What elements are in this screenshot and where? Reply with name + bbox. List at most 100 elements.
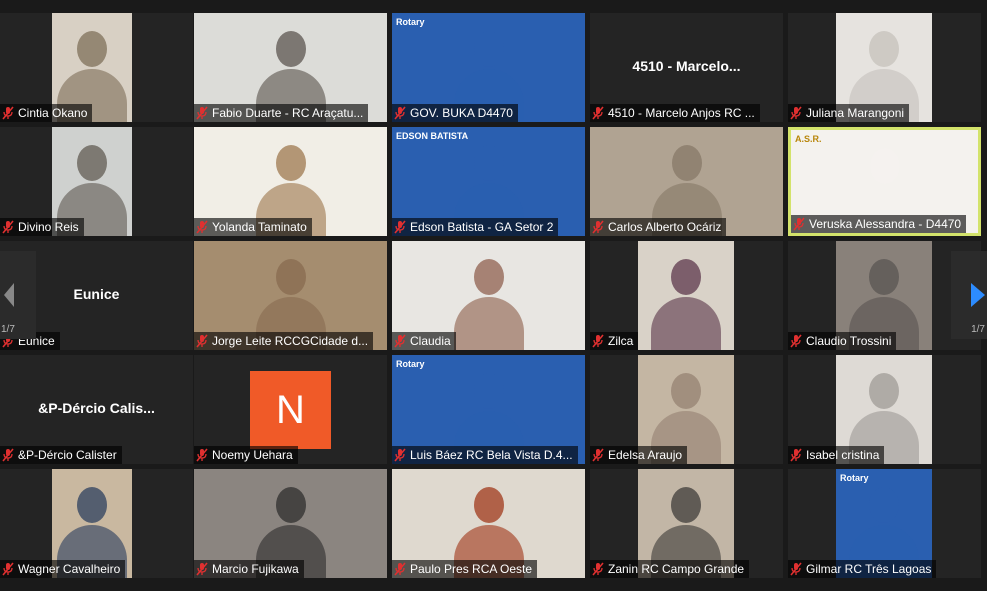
participant-label: Claudio Trossini (788, 332, 897, 350)
video-tile[interactable]: Edelsa Araujo (590, 355, 783, 464)
video-tile[interactable]: Jorge Leite RCCGCidade d... (194, 241, 387, 350)
video-tile[interactable]: &P-Dércio Calis... &P-Dércio Calister (0, 355, 193, 464)
participant-name: Edson Batista - GA Setor 2 (410, 220, 554, 234)
page-indicator-right: 1/7 (971, 324, 985, 335)
person-silhouette (869, 487, 899, 523)
video-tile[interactable]: 4510 - Marcelo... 4510 - Marcelo Anjos RC… (590, 13, 783, 122)
participant-name: Fabio Duarte - RC Araçatu... (212, 106, 364, 120)
participant-label: Noemy Uehara (194, 446, 298, 464)
mic-muted-icon (196, 448, 208, 462)
person-silhouette (671, 145, 702, 181)
mic-muted-icon (793, 217, 805, 231)
participant-label: Fabio Duarte - RC Araçatu... (194, 104, 369, 122)
person-silhouette (869, 373, 899, 409)
participant-name: &P-Dércio Calister (18, 448, 117, 462)
participant-label: Claudia (392, 332, 456, 350)
video-tile[interactable]: Carlos Alberto Ocáriz (590, 127, 783, 236)
person-silhouette (77, 487, 107, 523)
person-silhouette (275, 145, 306, 181)
participant-label: Carlos Alberto Ocáriz (590, 218, 727, 236)
video-tile[interactable]: EDSON BATISTA Edson Batista - GA Setor 2 (392, 127, 585, 236)
participant-label: Juliana Marangoni (788, 104, 910, 122)
mic-muted-icon (592, 562, 604, 576)
mic-muted-icon (394, 334, 406, 348)
person-body (453, 297, 524, 350)
participant-label: Gilmar RC Três Lagoas (788, 560, 937, 578)
participant-name: Carlos Alberto Ocáriz (608, 220, 722, 234)
person-silhouette (77, 31, 107, 67)
mic-muted-icon (592, 334, 604, 348)
person-silhouette (473, 31, 504, 67)
participant-name: Divino Reis (18, 220, 79, 234)
participant-label: 4510 - Marcelo Anjos RC ... (590, 104, 760, 122)
participant-name: Yolanda Taminato (212, 220, 307, 234)
participant-video (638, 241, 734, 350)
video-tile[interactable]: N Noemy Uehara (194, 355, 387, 464)
person-silhouette (275, 259, 306, 295)
video-tile[interactable]: Wagner Cavalheiro (0, 469, 193, 578)
person-silhouette (671, 259, 701, 295)
participant-name: Jorge Leite RCCGCidade d... (212, 334, 369, 348)
video-tile[interactable]: A.S.R. Veruska Alessandra - D4470 (788, 127, 981, 236)
mic-muted-icon (592, 106, 604, 120)
video-tile[interactable]: Rotary Gilmar RC Três Lagoas (788, 469, 981, 578)
person-silhouette (473, 259, 504, 295)
participant-label: Marcio Fujikawa (194, 560, 304, 578)
person-silhouette (77, 145, 107, 181)
participant-label: Veruska Alessandra - D4470 (791, 215, 967, 233)
avatar: N (250, 371, 331, 449)
video-tile[interactable]: Paulo Pres RCA Oeste (392, 469, 585, 578)
participant-label: Edson Batista - GA Setor 2 (392, 218, 559, 236)
video-tile[interactable]: Fabio Duarte - RC Araçatu... (194, 13, 387, 122)
background-logo: Rotary (396, 359, 425, 369)
participant-name: Veruska Alessandra - D4470 (809, 217, 962, 231)
mic-muted-icon (196, 562, 208, 576)
participant-name: Claudia (410, 334, 451, 348)
participant-label: Edelsa Araujo (590, 446, 688, 464)
mic-muted-icon (2, 106, 14, 120)
participant-name: GOV. BUKA D4470 (410, 106, 513, 120)
video-tile[interactable]: Cintia Okano (0, 13, 193, 122)
participant-grid: Cintia Okano Fabio Duarte - RC Araçatu...… (0, 0, 987, 591)
person-silhouette (869, 259, 899, 295)
mic-muted-icon (394, 562, 406, 576)
participant-name: Cintia Okano (18, 106, 88, 120)
previous-page-button[interactable]: 1/7 (0, 251, 36, 339)
mic-muted-icon (2, 562, 14, 576)
participant-name: Claudio Trossini (806, 334, 892, 348)
video-tile[interactable]: Zilca (590, 241, 783, 350)
participant-label: Wagner Cavalheiro (0, 560, 126, 578)
video-tile[interactable]: Juliana Marangoni (788, 13, 981, 122)
video-tile[interactable]: Claudia (392, 241, 585, 350)
mic-muted-icon (196, 220, 208, 234)
chevron-right-icon (971, 283, 985, 307)
participant-label: Zanin RC Campo Grande (590, 560, 750, 578)
background-logo: Rotary (840, 473, 869, 483)
next-page-button[interactable]: 1/7 (951, 251, 987, 339)
mic-muted-icon (790, 448, 802, 462)
participant-label: &P-Dércio Calister (0, 446, 122, 464)
video-tile[interactable]: Divino Reis (0, 127, 193, 236)
video-tile[interactable]: Rotary GOV. BUKA D4470 (392, 13, 585, 122)
mic-muted-icon (196, 106, 208, 120)
background-logo: Rotary (396, 17, 425, 27)
mic-muted-icon (196, 334, 208, 348)
video-tile[interactable]: Yolanda Taminato (194, 127, 387, 236)
mic-muted-icon (2, 448, 14, 462)
video-tile[interactable]: Zanin RC Campo Grande (590, 469, 783, 578)
participant-label: GOV. BUKA D4470 (392, 104, 518, 122)
video-tile[interactable]: Marcio Fujikawa (194, 469, 387, 578)
participant-name: Luis Báez RC Bela Vista D.4... (410, 448, 573, 462)
participant-label: Yolanda Taminato (194, 218, 312, 236)
person-silhouette (473, 373, 504, 409)
mic-muted-icon (790, 334, 802, 348)
video-tile[interactable]: Isabel cristina (788, 355, 981, 464)
mic-muted-icon (2, 220, 14, 234)
participant-name: Edelsa Araujo (608, 448, 683, 462)
participant-label: Luis Báez RC Bela Vista D.4... (392, 446, 578, 464)
video-tile[interactable]: Rotary Luis Báez RC Bela Vista D.4... (392, 355, 585, 464)
mic-muted-icon (394, 448, 406, 462)
participant-label: Zilca (590, 332, 639, 350)
participant-name-card: 4510 - Marcelo... (632, 58, 741, 74)
mic-muted-icon (790, 106, 802, 120)
